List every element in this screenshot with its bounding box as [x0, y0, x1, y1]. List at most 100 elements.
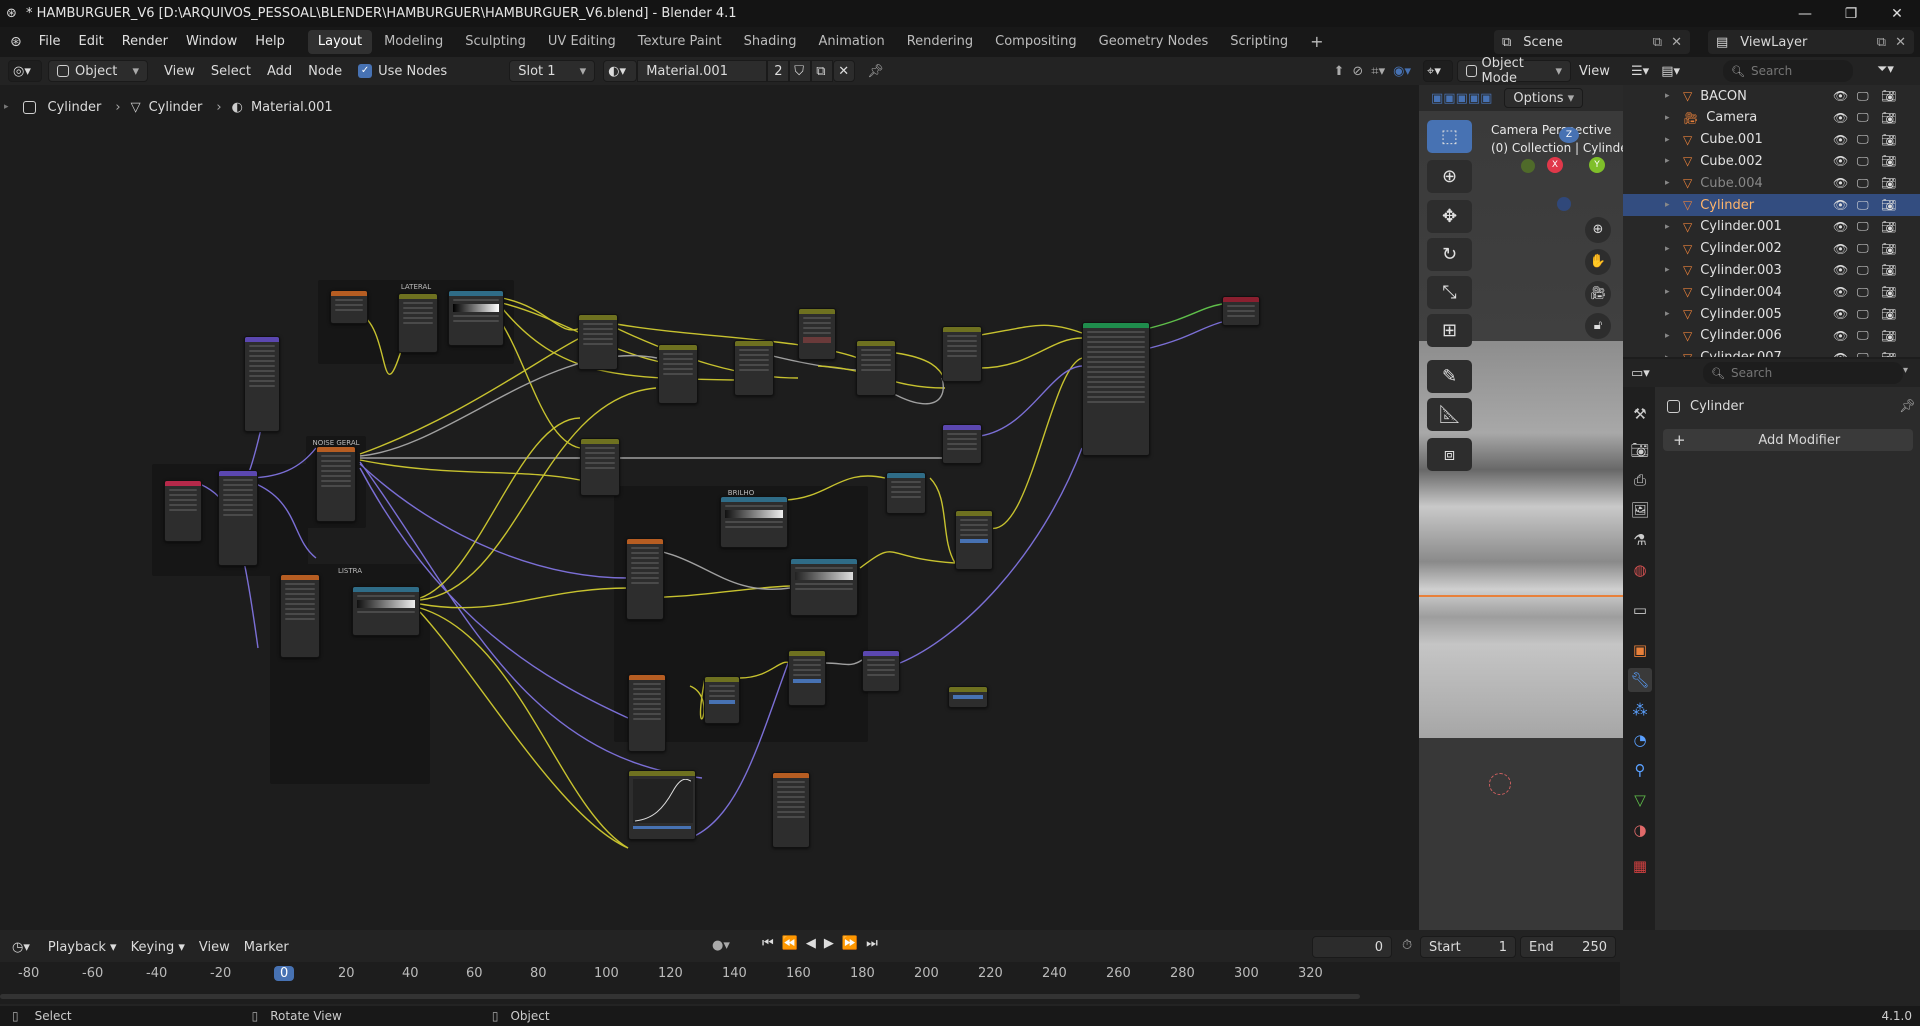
outliner-item[interactable]: ▸ ▽ Cylinder 👁︎ 🖵︎ 📷︎ — [1623, 194, 1920, 216]
outliner-item[interactable]: ▸ ▽ Cylinder.007 👁︎ 🖵︎ 📷︎ — [1623, 347, 1920, 357]
display-mode-icon[interactable]: ▤▾ — [1661, 64, 1680, 79]
filter-icon[interactable]: ⏷▾ — [1877, 62, 1894, 77]
node-canvas[interactable]: LATERAL NOISE GERAL BRILHO LISTRA — [0, 118, 1419, 930]
menu-help[interactable]: Help — [246, 27, 294, 57]
tab-layout[interactable]: Layout — [307, 30, 373, 54]
pin-icon[interactable]: 📌︎ — [867, 64, 884, 79]
material-name-field[interactable]: Material.001 — [637, 60, 768, 82]
unlink-material-icon[interactable]: ✕ — [833, 60, 856, 82]
options-dropdown[interactable]: Options ▾ — [1504, 88, 1584, 108]
node-mapping-2[interactable] — [218, 470, 258, 566]
gizmo-z-axis[interactable]: Z — [1559, 127, 1579, 143]
gizmo-neg-z[interactable] — [1557, 197, 1571, 211]
outliner-type-icon[interactable]: ☰▾ — [1631, 64, 1649, 79]
visibility-icon[interactable]: 👁︎ — [1833, 176, 1848, 190]
play-icon[interactable]: ▶ — [824, 936, 834, 951]
node-color-ramp-brilho-2[interactable] — [790, 558, 858, 616]
menu-add[interactable]: Add — [267, 64, 292, 79]
record-icon[interactable]: ●▾ — [712, 938, 730, 953]
scene-remove-icon[interactable]: ✕ — [1671, 35, 1682, 50]
lock-camera-icon[interactable]: 🔓︎ — [1585, 313, 1611, 339]
render-icon[interactable]: 📷︎ — [1881, 220, 1896, 234]
outliner-item[interactable]: ▸ ▽ Cube.001 👁︎ 🖵︎ 📷︎ — [1623, 129, 1920, 151]
node-rgb-curves[interactable] — [628, 770, 696, 840]
node-mix-4[interactable] — [798, 308, 836, 360]
menu-render[interactable]: Render — [113, 27, 177, 57]
prev-key-icon[interactable]: ⏪ — [782, 936, 798, 951]
outliner-search-input[interactable] — [1750, 64, 1851, 78]
expand-icon[interactable]: ▸ — [1665, 113, 1675, 123]
timeline-type-icon[interactable]: ◷▾ — [12, 940, 30, 955]
cursor-tool-icon[interactable]: ⊕ — [1427, 160, 1472, 193]
play-reverse-icon[interactable]: ◀ — [806, 936, 816, 951]
properties-options-icon[interactable]: ▾ — [1903, 365, 1908, 376]
keying-menu[interactable]: Keying ▾ — [131, 940, 185, 955]
outliner-item[interactable]: ▸ 🎥︎ Camera 👁︎ 🖵︎ 📷︎ — [1623, 107, 1920, 129]
visibility-icon[interactable]: 👁︎ — [1833, 89, 1848, 103]
gizmo-x-axis[interactable]: X — [1547, 157, 1563, 173]
node-color-ramp-lateral[interactable] — [398, 293, 438, 353]
close-icon[interactable]: ✕ — [1874, 0, 1920, 27]
scene-copy-icon[interactable]: ⧉ — [1653, 35, 1662, 50]
tab-compositing[interactable]: Compositing — [985, 30, 1087, 54]
particles-tab-icon[interactable]: ⁂ — [1628, 698, 1652, 722]
annotate-tool-icon[interactable]: ✎ — [1427, 360, 1472, 393]
tab-geometry-nodes[interactable]: Geometry Nodes — [1089, 30, 1219, 54]
node-mix-8[interactable] — [955, 510, 993, 570]
material-browse-icon[interactable]: ◐▾ — [603, 60, 638, 82]
visibility-icon[interactable]: 👁︎ — [1833, 154, 1848, 168]
outliner-item[interactable]: ▸ ▽ Cylinder.005 👁︎ 🖵︎ 📷︎ — [1623, 303, 1920, 325]
node-value[interactable] — [948, 686, 988, 708]
node-mix-7[interactable] — [580, 438, 620, 496]
render-icon[interactable]: 📷︎ — [1881, 89, 1896, 103]
menu-window[interactable]: Window — [177, 27, 246, 57]
expand-icon[interactable]: ▸ — [1665, 156, 1675, 166]
select-box-icon[interactable]: ▣▣▣▣▣ — [1431, 91, 1492, 106]
viewport-icon[interactable]: 🖵︎ — [1857, 263, 1869, 278]
node-mix-10[interactable] — [788, 650, 826, 706]
material-tab-icon[interactable]: ◑ — [1628, 818, 1652, 842]
scene-selector[interactable]: ⧉ Scene ⧉ ✕ — [1494, 30, 1690, 54]
node-material-output[interactable] — [1222, 296, 1260, 326]
viewport-icon[interactable]: 🖵︎ — [1857, 110, 1869, 125]
node-mix-9[interactable] — [704, 676, 740, 724]
pan-hand-icon[interactable]: ✋ — [1585, 249, 1611, 275]
render-icon[interactable]: 📷︎ — [1881, 263, 1896, 277]
outliner-item[interactable]: ▸ ▽ Cube.004 👁︎ 🖵︎ 📷︎ — [1623, 172, 1920, 194]
expand-icon[interactable]: ▸ — [1665, 200, 1675, 210]
viewlayer-copy-icon[interactable]: ⧉ — [1877, 35, 1886, 50]
pin-icon[interactable]: 📌︎ — [1899, 399, 1916, 414]
gizmo-neg-y[interactable] — [1521, 159, 1535, 173]
slot-dropdown[interactable]: Slot 1 ▾ — [509, 60, 596, 82]
viewport-icon[interactable]: 🖵︎ — [1857, 89, 1869, 104]
viewport-icon[interactable]: 🖵︎ — [1857, 219, 1869, 234]
properties-search-input[interactable] — [1730, 366, 1891, 380]
expand-icon[interactable]: ▸ — [1665, 178, 1675, 188]
snap-target-icon[interactable]: ⌗▾ — [1371, 64, 1385, 79]
node-texture-coordinate[interactable] — [164, 480, 202, 542]
render-icon[interactable]: 📷︎ — [1881, 307, 1896, 321]
node-noise-texture[interactable] — [316, 446, 356, 522]
physics-tab-icon[interactable]: ◔ — [1628, 728, 1652, 752]
tab-scripting[interactable]: Scripting — [1220, 30, 1298, 54]
viewport-icon[interactable]: 🖵︎ — [1857, 328, 1869, 343]
rotate-tool-icon[interactable]: ↻ — [1427, 238, 1472, 271]
node-mapping[interactable] — [244, 336, 280, 432]
maximize-icon[interactable]: ❐ — [1828, 0, 1874, 27]
add-workspace-icon[interactable]: + — [1300, 30, 1333, 54]
node-bump[interactable] — [942, 424, 982, 464]
node-color-ramp-listra[interactable] — [352, 586, 420, 636]
outliner-item[interactable]: ▸ ▽ Cylinder.003 👁︎ 🖵︎ 📷︎ — [1623, 259, 1920, 281]
outliner-item[interactable]: ▸ ▽ BACON 👁︎ 🖵︎ 📷︎ — [1623, 85, 1920, 107]
visibility-icon[interactable]: 👁︎ — [1833, 133, 1848, 147]
world-tab-icon[interactable]: ◍ — [1628, 558, 1652, 582]
blender-menu-icon[interactable]: ⊛ — [10, 34, 22, 50]
render-tab-icon[interactable]: 📷︎ — [1628, 438, 1652, 462]
visibility-icon[interactable]: 👁︎ — [1833, 329, 1848, 343]
node-color-ramp-brilho[interactable] — [720, 496, 788, 548]
visibility-icon[interactable]: 👁︎ — [1833, 198, 1848, 212]
camera-view-icon[interactable]: 🎥︎ — [1585, 281, 1611, 307]
timeline-view-menu[interactable]: View — [199, 940, 230, 955]
tab-uv-editing[interactable]: UV Editing — [538, 30, 626, 54]
expand-icon[interactable]: ▸ — [1665, 244, 1675, 254]
